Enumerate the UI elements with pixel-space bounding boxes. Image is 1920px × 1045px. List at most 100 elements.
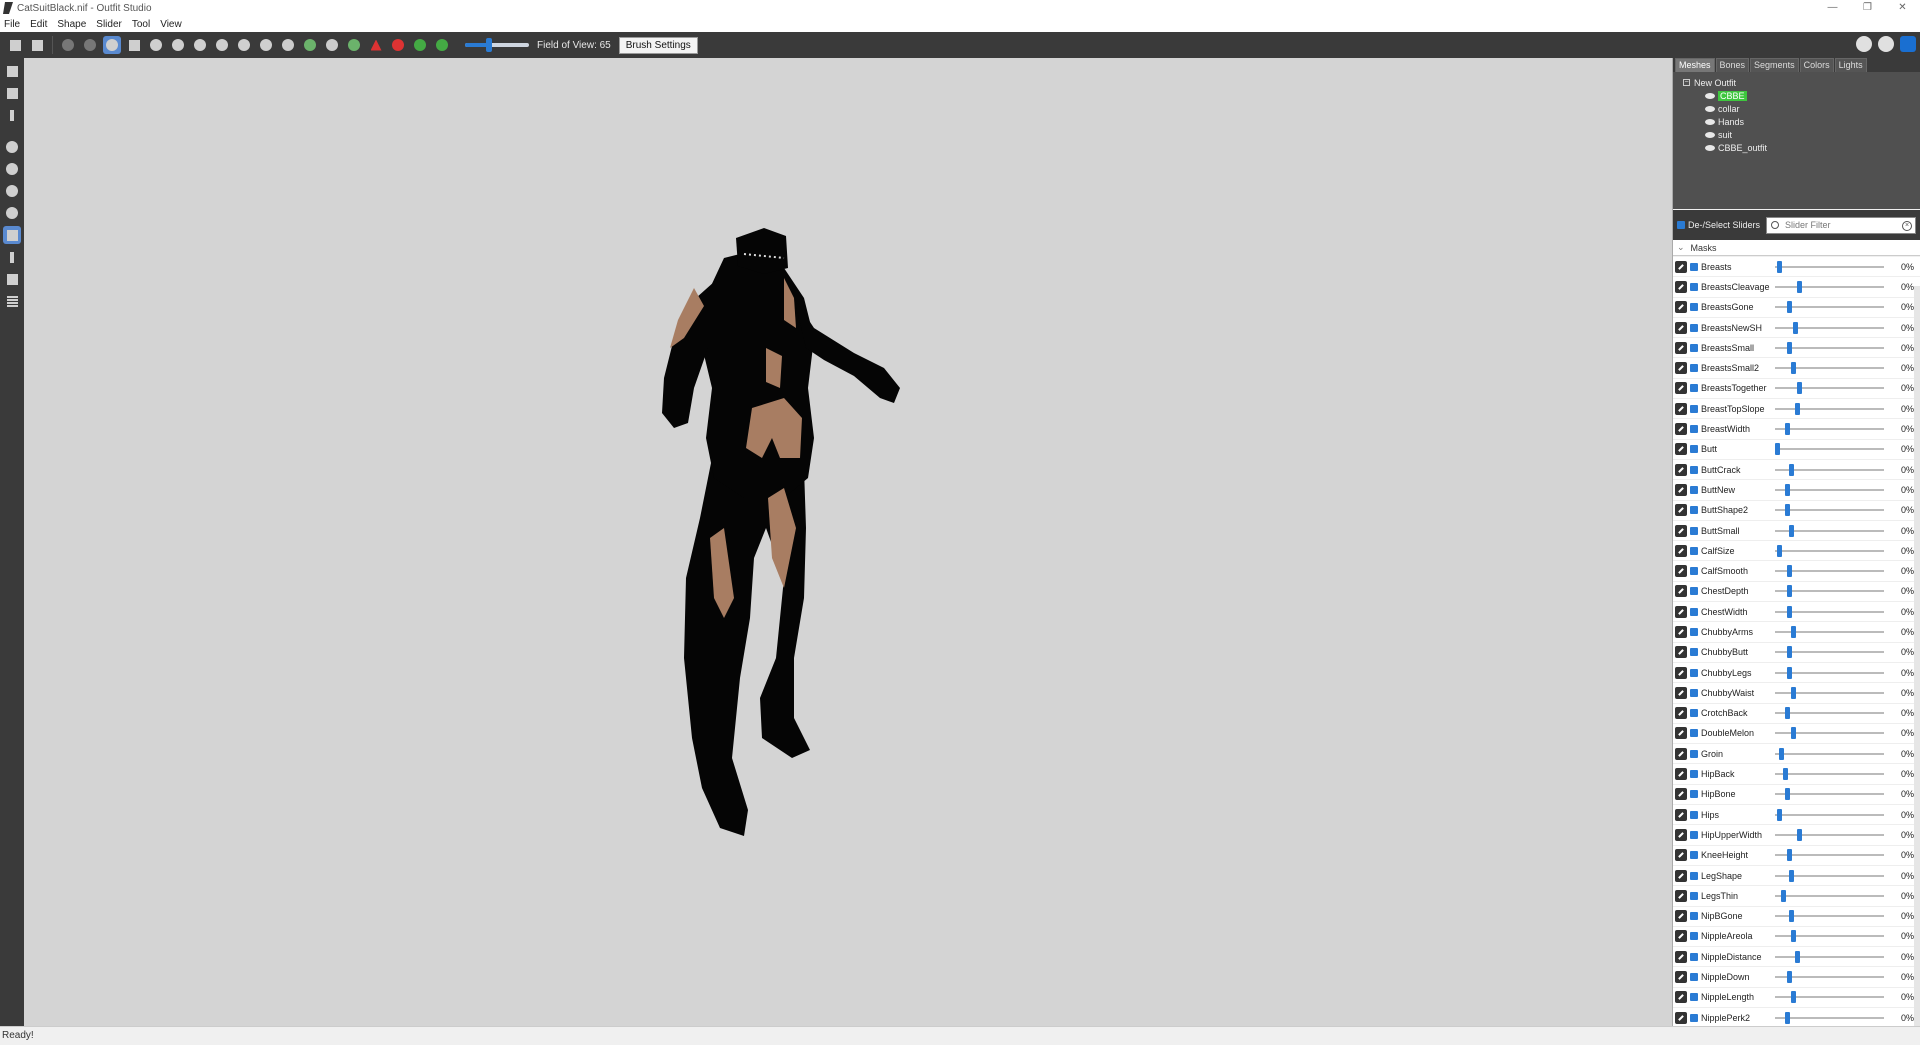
paypal-icon[interactable] xyxy=(1900,36,1916,52)
slider-checkbox[interactable] xyxy=(1690,587,1698,596)
slider-checkbox[interactable] xyxy=(1690,445,1698,454)
edit-slider-icon[interactable] xyxy=(1675,362,1687,375)
slider-checkbox[interactable] xyxy=(1690,526,1698,535)
pin-tool-button[interactable] xyxy=(3,84,21,102)
slider-checkbox[interactable] xyxy=(1690,973,1698,982)
tab-segments[interactable]: Segments xyxy=(1750,58,1799,72)
close-button[interactable]: ✕ xyxy=(1885,0,1920,16)
lighting-button[interactable] xyxy=(411,36,429,54)
slider-thumb[interactable] xyxy=(1797,828,1802,841)
edit-slider-icon[interactable] xyxy=(1675,585,1687,598)
menu-slider[interactable]: Slider xyxy=(96,19,122,30)
view-right-button[interactable] xyxy=(3,204,21,222)
slider-track[interactable] xyxy=(1775,991,1884,1004)
slider-thumb[interactable] xyxy=(1791,991,1796,1004)
perspective-toggle-button[interactable] xyxy=(3,226,21,244)
edit-slider-icon[interactable] xyxy=(1675,524,1687,537)
select-mode-button[interactable] xyxy=(3,62,21,80)
slider-thumb[interactable] xyxy=(1791,625,1796,638)
camera-tool-button[interactable] xyxy=(3,270,21,288)
edit-slider-icon[interactable] xyxy=(1675,808,1687,821)
slider-track[interactable] xyxy=(1775,524,1884,537)
discord-icon[interactable] xyxy=(1856,36,1872,52)
color-brush-button[interactable] xyxy=(301,36,319,54)
slider-checkbox[interactable] xyxy=(1690,627,1698,636)
eye-icon[interactable] xyxy=(1705,105,1715,112)
edit-slider-icon[interactable] xyxy=(1675,301,1687,314)
slider-thumb[interactable] xyxy=(1791,727,1796,740)
slider-thumb[interactable] xyxy=(1787,341,1792,354)
slider-thumb[interactable] xyxy=(1783,768,1788,781)
slider-checkbox[interactable] xyxy=(1690,262,1698,271)
edit-slider-icon[interactable] xyxy=(1675,727,1687,740)
slider-thumb[interactable] xyxy=(1791,930,1796,943)
slider-checkbox[interactable] xyxy=(1690,688,1698,697)
slider-track[interactable] xyxy=(1775,950,1884,963)
slider-thumb[interactable] xyxy=(1789,463,1794,476)
collapse-brush-button[interactable] xyxy=(235,36,253,54)
tab-lights[interactable]: Lights xyxy=(1834,58,1867,72)
slider-checkbox[interactable] xyxy=(1690,323,1698,332)
edit-slider-icon[interactable] xyxy=(1675,686,1687,699)
slider-checkbox[interactable] xyxy=(1690,770,1698,779)
edit-slider-icon[interactable] xyxy=(1675,321,1687,334)
slider-checkbox[interactable] xyxy=(1690,607,1698,616)
slider-thumb[interactable] xyxy=(1777,808,1782,821)
eye-icon[interactable] xyxy=(1705,144,1715,151)
slider-thumb[interactable] xyxy=(1785,788,1790,801)
slider-track[interactable] xyxy=(1775,747,1884,760)
slider-thumb[interactable] xyxy=(1777,260,1782,273)
edit-slider-icon[interactable] xyxy=(1675,747,1687,760)
edit-slider-icon[interactable] xyxy=(1675,463,1687,476)
edit-slider-icon[interactable] xyxy=(1675,443,1687,456)
weight-brush-button[interactable] xyxy=(279,36,297,54)
edit-slider-icon[interactable] xyxy=(1675,1011,1687,1024)
slider-track[interactable] xyxy=(1775,402,1884,415)
slider-track[interactable] xyxy=(1775,483,1884,496)
slider-checkbox[interactable] xyxy=(1690,729,1698,738)
slider-thumb[interactable] xyxy=(1775,443,1780,456)
edit-slider-icon[interactable] xyxy=(1675,707,1687,720)
edit-slider-icon[interactable] xyxy=(1675,646,1687,659)
edit-slider-icon[interactable] xyxy=(1675,382,1687,395)
smooth-brush-button[interactable] xyxy=(191,36,209,54)
slider-track[interactable] xyxy=(1775,930,1884,943)
slider-track[interactable] xyxy=(1775,971,1884,984)
slider-checkbox[interactable] xyxy=(1690,343,1698,352)
slider-thumb[interactable] xyxy=(1793,321,1798,334)
slider-checkbox[interactable] xyxy=(1690,485,1698,494)
edit-slider-icon[interactable] xyxy=(1675,950,1687,963)
undiff-brush-button[interactable] xyxy=(213,36,231,54)
redo-button[interactable] xyxy=(81,36,99,54)
slider-track[interactable] xyxy=(1775,889,1884,902)
slider-filter-input[interactable]: Slider Filter × xyxy=(1766,216,1916,234)
slider-thumb[interactable] xyxy=(1787,666,1792,679)
slider-track[interactable] xyxy=(1775,362,1884,375)
alpha-brush-button[interactable] xyxy=(323,36,341,54)
slider-checkbox[interactable] xyxy=(1690,790,1698,799)
slider-thumb[interactable] xyxy=(1787,565,1792,578)
edit-slider-icon[interactable] xyxy=(1675,788,1687,801)
slider-thumb[interactable] xyxy=(1791,686,1796,699)
menu-edit[interactable]: Edit xyxy=(30,19,47,30)
grid-toggle-button[interactable] xyxy=(3,292,21,310)
minimize-button[interactable]: — xyxy=(1815,0,1850,16)
mask-brush-button[interactable] xyxy=(125,36,143,54)
edit-slider-icon[interactable] xyxy=(1675,971,1687,984)
edit-slider-icon[interactable] xyxy=(1675,260,1687,273)
slider-track[interactable] xyxy=(1775,768,1884,781)
slider-checkbox[interactable] xyxy=(1690,830,1698,839)
menu-shape[interactable]: Shape xyxy=(57,19,86,30)
slider-checkbox[interactable] xyxy=(1690,709,1698,718)
tab-colors[interactable]: Colors xyxy=(1799,58,1834,72)
slider-track[interactable] xyxy=(1775,423,1884,436)
undo-button[interactable] xyxy=(59,36,77,54)
slider-track[interactable] xyxy=(1775,646,1884,659)
slider-track[interactable] xyxy=(1775,788,1884,801)
slider-thumb[interactable] xyxy=(1789,524,1794,537)
slider-checkbox[interactable] xyxy=(1690,282,1698,291)
slider-checkbox[interactable] xyxy=(1690,465,1698,474)
slider-thumb[interactable] xyxy=(1787,646,1792,659)
menu-tool[interactable]: Tool xyxy=(132,19,150,30)
slider-thumb[interactable] xyxy=(1785,707,1790,720)
